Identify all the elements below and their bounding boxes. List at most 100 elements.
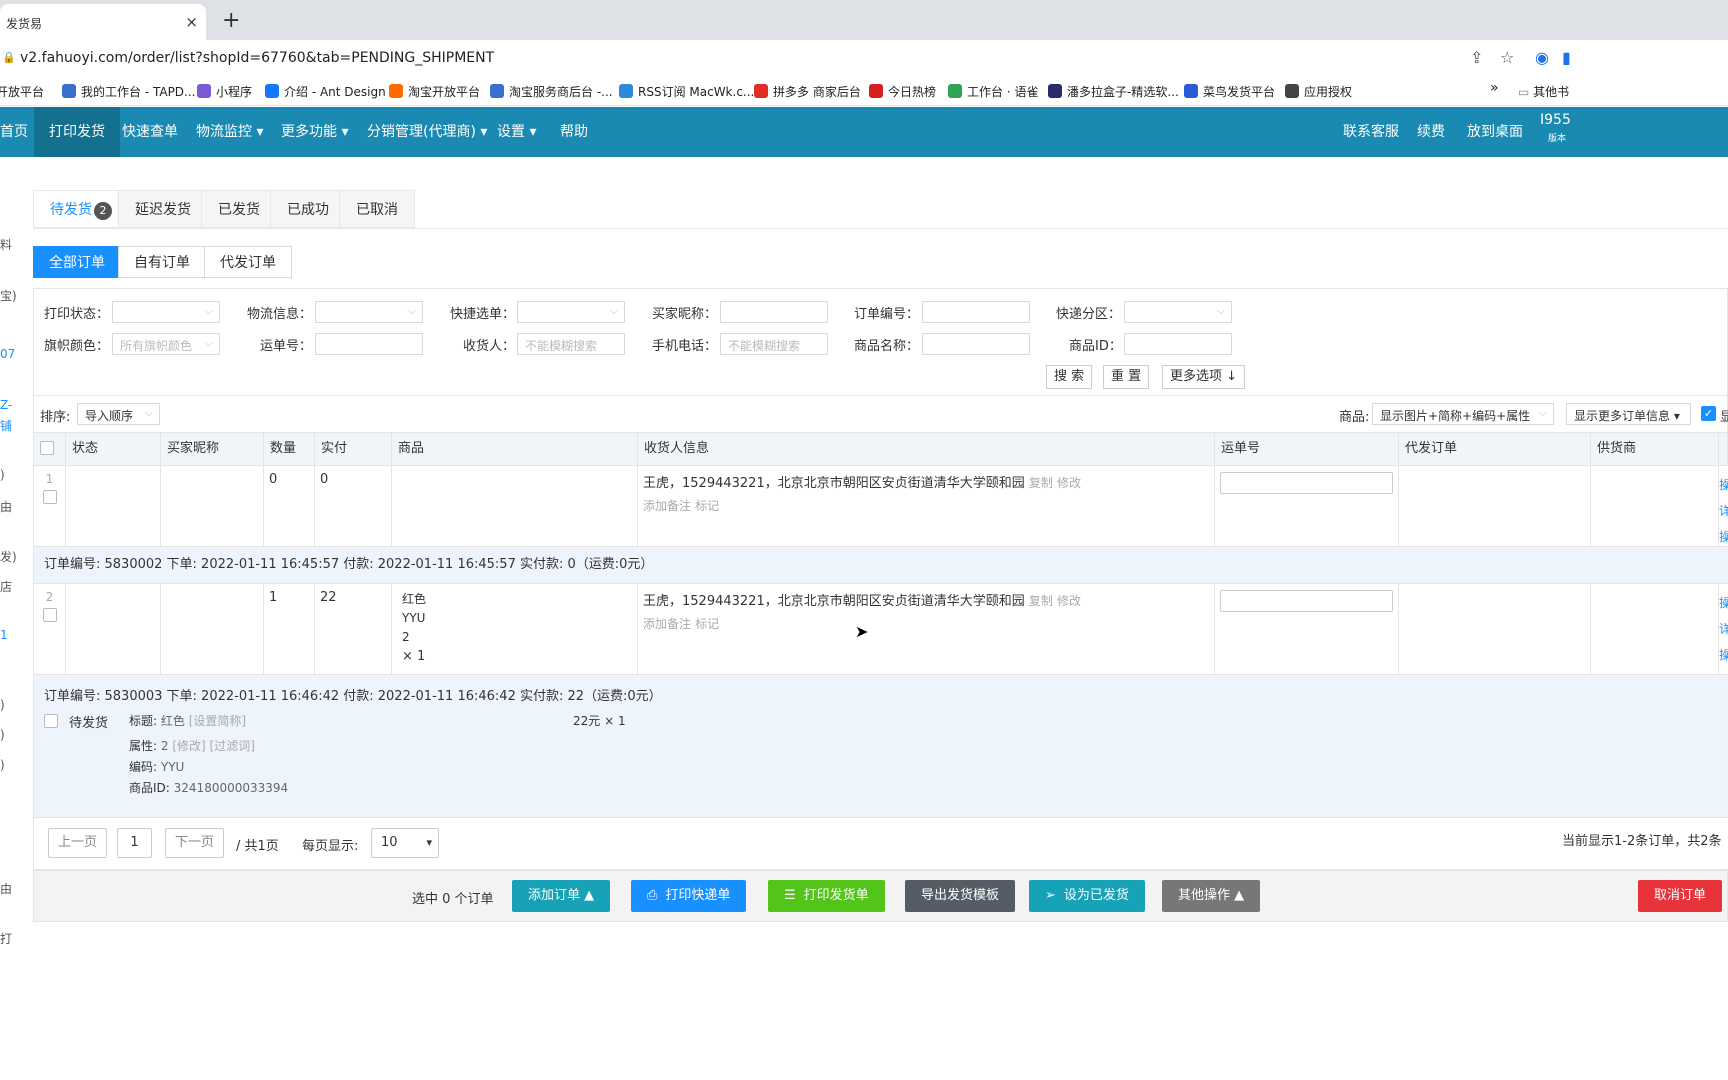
- add-order-button[interactable]: 添加订单 ▲: [512, 880, 611, 912]
- buyer-nick-input[interactable]: [720, 301, 828, 323]
- set-shipped-button[interactable]: ➢ 设为已发货: [1029, 880, 1145, 912]
- tab-pending[interactable]: 待发货 2: [33, 190, 129, 228]
- bookmark-item[interactable]: 应用授权: [1285, 83, 1352, 100]
- tab-cancelled[interactable]: 已取消: [339, 190, 415, 228]
- prev-page-button[interactable]: 上一页: [48, 828, 108, 858]
- row-checkbox[interactable]: [42, 608, 57, 622]
- edit-link[interactable]: 修改: [1057, 594, 1081, 608]
- close-tab-icon[interactable]: ×: [185, 13, 198, 31]
- other-bookmarks[interactable]: ▭ 其他书: [1518, 83, 1569, 100]
- next-page-button[interactable]: 下一页: [165, 828, 225, 858]
- row-checkbox[interactable]: [42, 490, 57, 504]
- order-no-input[interactable]: [922, 301, 1030, 323]
- bookmark-item[interactable]: 介绍 - Ant Design: [265, 83, 386, 100]
- nav-help[interactable]: 帮助: [560, 107, 588, 157]
- header-select-all[interactable]: [34, 433, 66, 465]
- mark-link[interactable]: 标记: [695, 499, 719, 513]
- more-options-button[interactable]: 更多选项 ↓: [1162, 365, 1246, 389]
- add-note-link[interactable]: 添加备注: [643, 617, 691, 631]
- nav-renew[interactable]: 续费: [1417, 107, 1445, 157]
- new-tab-icon[interactable]: +: [222, 8, 240, 33]
- mark-link[interactable]: 标记: [695, 617, 719, 631]
- bookmark-item[interactable]: 小程序: [197, 83, 252, 100]
- nav-logistics[interactable]: 物流监控 ▾: [196, 107, 263, 157]
- copy-link[interactable]: 复制: [1029, 594, 1053, 608]
- filter-words-link[interactable]: [过滤词]: [210, 739, 255, 753]
- extension-icon[interactable]: ◉: [1535, 48, 1549, 67]
- sort-select[interactable]: 导入顺序 ⌵: [77, 403, 160, 425]
- print-status-select[interactable]: ⌵: [112, 301, 220, 323]
- print-ship-button[interactable]: ☰ 打印发货单: [768, 880, 885, 912]
- other-actions-button[interactable]: 其他操作 ▲: [1162, 880, 1261, 912]
- flag-color-select[interactable]: 所有旗帜颜色 ⌵: [112, 333, 220, 355]
- sidebar-fragment: 店: [0, 580, 13, 594]
- waybill-input[interactable]: [1220, 590, 1393, 612]
- bookmark-item[interactable]: 淘宝开放平台: [389, 83, 480, 100]
- export-template-button[interactable]: 导出发货模板: [905, 880, 1016, 912]
- tab-shipped[interactable]: 已发货: [201, 190, 277, 228]
- page-number-input[interactable]: 1: [117, 828, 152, 858]
- filter-label: 收货人：: [463, 339, 516, 354]
- copy-link[interactable]: 复制: [1029, 476, 1053, 490]
- set-short-name-link[interactable]: [设置简称]: [189, 714, 246, 728]
- subtab-proxy[interactable]: 代发订单: [204, 246, 292, 278]
- add-note-link[interactable]: 添加备注: [643, 499, 691, 513]
- phone-input[interactable]: 不能模糊搜索: [720, 333, 828, 355]
- subtab-all[interactable]: 全部订单: [33, 246, 121, 278]
- per-page-select[interactable]: 10 ▾: [371, 828, 439, 858]
- express-form-select[interactable]: ⌵: [517, 301, 625, 323]
- bookmark-item[interactable]: 今日热榜: [869, 83, 936, 100]
- bookmark-item[interactable]: 我的工作台 - TAPD...: [62, 83, 196, 100]
- nav-quick-query[interactable]: 快速查单: [122, 107, 178, 157]
- filter-label: 打印状态：: [44, 307, 110, 322]
- express-zone-select[interactable]: ⌵: [1124, 301, 1232, 323]
- share-icon[interactable]: ⇪: [1470, 48, 1483, 67]
- select-all-checkbox[interactable]: [40, 441, 54, 455]
- extension-icon-2[interactable]: ▮: [1562, 48, 1571, 67]
- nav-distribution[interactable]: 分销管理(代理商) ▾: [367, 107, 487, 157]
- url-field[interactable]: 🔒 v2.fahuoyi.com/order/list?shopId=67760…: [2, 50, 494, 66]
- bookmark-item[interactable]: 拼多多 商家后台: [754, 83, 861, 100]
- tab-delayed[interactable]: 延迟发货: [118, 190, 208, 228]
- bookmark-item[interactable]: 菜鸟发货平台: [1184, 83, 1275, 100]
- more-info-select[interactable]: 显示更多订单信息 ▾: [1566, 403, 1691, 425]
- nav-more[interactable]: 更多功能 ▾: [281, 107, 348, 157]
- edit-attr-link[interactable]: [修改]: [172, 739, 205, 753]
- bookmark-item[interactable]: 开放平台: [0, 83, 44, 100]
- filter-label: 手机电话：: [652, 339, 718, 354]
- logistics-select[interactable]: ⌵: [315, 301, 423, 323]
- search-button[interactable]: 搜 索: [1046, 365, 1093, 389]
- reset-button[interactable]: 重 置: [1103, 365, 1150, 389]
- goods-display-select[interactable]: 显示图片+简称+编码+属性 ⌵: [1372, 403, 1554, 425]
- nav-desktop[interactable]: 放到桌面: [1467, 107, 1523, 157]
- bookmark-item[interactable]: 潘多拉盒子-精选软...: [1048, 83, 1179, 100]
- nav-settings[interactable]: 设置 ▾: [497, 107, 536, 157]
- print-express-button[interactable]: ⎙ 打印快递单: [631, 880, 747, 912]
- nav-contact[interactable]: 联系客服: [1343, 107, 1399, 157]
- row-actions[interactable]: 操详操: [1719, 466, 1728, 546]
- bookmark-item[interactable]: RSS订阅 MacWk.c...: [619, 83, 754, 100]
- show-checkbox[interactable]: ✓: [1701, 406, 1716, 421]
- edit-link[interactable]: 修改: [1057, 476, 1081, 490]
- bookmark-item[interactable]: 工作台 · 语雀: [948, 83, 1038, 100]
- star-icon[interactable]: ☆: [1500, 48, 1514, 67]
- cancel-order-button[interactable]: 取消订单: [1638, 880, 1723, 912]
- waybill-input[interactable]: [315, 333, 423, 355]
- subtab-own[interactable]: 自有订单: [118, 246, 206, 278]
- tab-success[interactable]: 已成功: [270, 190, 346, 228]
- browser-tab[interactable]: 发货易 ×: [0, 4, 206, 40]
- nav-home[interactable]: 首页: [0, 107, 28, 157]
- waybill-input[interactable]: [1220, 472, 1393, 494]
- buyer-cell: [161, 466, 264, 546]
- goods-name-input[interactable]: [922, 333, 1030, 355]
- column-header: 数量: [264, 433, 315, 465]
- receiver-input[interactable]: 不能模糊搜索: [517, 333, 625, 355]
- more-bookmarks-icon[interactable]: »: [1490, 80, 1499, 96]
- goods-id-input[interactable]: [1124, 333, 1232, 355]
- row-actions[interactable]: 操详操: [1719, 584, 1728, 674]
- selected-count: 选中 0 个订单: [412, 892, 494, 907]
- nav-print-ship[interactable]: 打印发货: [34, 107, 120, 157]
- bookmark-item[interactable]: 淘宝服务商后台 -...: [490, 83, 613, 100]
- sidebar-fragment: 宝): [0, 289, 17, 303]
- item-checkbox[interactable]: [44, 714, 58, 728]
